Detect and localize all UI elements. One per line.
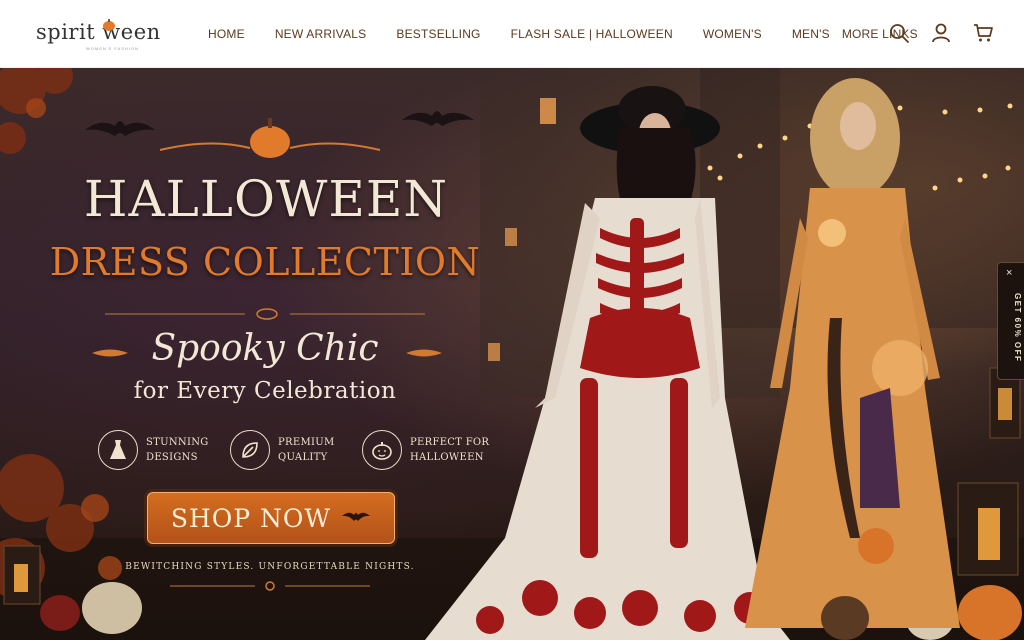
hero-footnote: BEWITCHING STYLES. UNFORGETTABLE NIGHTS. bbox=[125, 562, 415, 572]
hero-title: HALLOWEEN bbox=[83, 170, 449, 228]
hero-copy: HALLOWEEN DRESS COLLECTION Spooky Chic f… bbox=[0, 68, 520, 640]
pumpkin-icon bbox=[362, 430, 402, 470]
logo-pumpkin-icon bbox=[103, 19, 115, 31]
discount-tab-label: GET 60% OFF bbox=[1013, 293, 1022, 363]
hero-banner[interactable]: HALLOWEEN DRESS COLLECTION Spooky Chic f… bbox=[0, 68, 1024, 640]
feature-label-line1: STUNNING bbox=[146, 437, 209, 448]
dress-icon bbox=[98, 430, 138, 470]
feature-label-line2: HALLOWEEN bbox=[410, 452, 484, 463]
close-icon[interactable]: × bbox=[1006, 267, 1012, 279]
feature-label-line1: PERFECT FOR bbox=[410, 437, 490, 448]
nav-mens[interactable]: MEN'S bbox=[792, 27, 830, 41]
brand-tagline: WOMEN'S FASHION bbox=[86, 46, 139, 51]
feature-label-line2: DESIGNS bbox=[146, 452, 198, 463]
brand-logo[interactable]: spirit ween WOMEN'S FASHION bbox=[36, 12, 166, 56]
brand-name: spirit ween bbox=[36, 20, 161, 44]
search-icon[interactable] bbox=[888, 22, 910, 44]
leaf-icon bbox=[230, 430, 270, 470]
bat-icon bbox=[342, 512, 371, 521]
nav-bestselling[interactable]: BESTSELLING bbox=[396, 27, 480, 41]
feature-premium-quality: PREMIUM QUALITY bbox=[230, 428, 342, 472]
shop-now-button[interactable]: SHOP NOW bbox=[147, 492, 395, 544]
feature-label-line2: QUALITY bbox=[278, 452, 328, 463]
nav-womens[interactable]: WOMEN'S bbox=[703, 27, 762, 41]
discount-side-tab[interactable]: × GET 60% OFF bbox=[997, 262, 1024, 380]
nav-new-arrivals[interactable]: NEW ARRIVALS bbox=[275, 27, 367, 41]
site-header: spirit ween WOMEN'S FASHION HOME NEW ARR… bbox=[0, 0, 1024, 68]
feature-label-line1: PREMIUM bbox=[278, 437, 335, 448]
hero-tagline-secondary: for Every Celebration bbox=[133, 378, 397, 404]
main-nav: HOME NEW ARRIVALS BESTSELLING FLASH SALE… bbox=[208, 0, 918, 68]
header-actions bbox=[888, 22, 994, 44]
shop-now-label: SHOP NOW bbox=[170, 503, 332, 533]
feature-stunning-designs: STUNNING DESIGNS bbox=[98, 428, 210, 472]
nav-home[interactable]: HOME bbox=[208, 27, 245, 41]
feature-list: STUNNING DESIGNS PREMIUM QUALITY PERFECT… bbox=[98, 428, 490, 472]
hero-tagline: Spooky Chic bbox=[151, 328, 379, 369]
hero-subtitle: DRESS COLLECTION bbox=[49, 240, 481, 284]
cart-icon[interactable] bbox=[972, 22, 994, 44]
feature-perfect-for-halloween: PERFECT FOR HALLOWEEN bbox=[362, 428, 490, 472]
account-icon[interactable] bbox=[930, 22, 952, 44]
nav-flash-sale-halloween[interactable]: FLASH SALE | HALLOWEEN bbox=[511, 27, 673, 41]
